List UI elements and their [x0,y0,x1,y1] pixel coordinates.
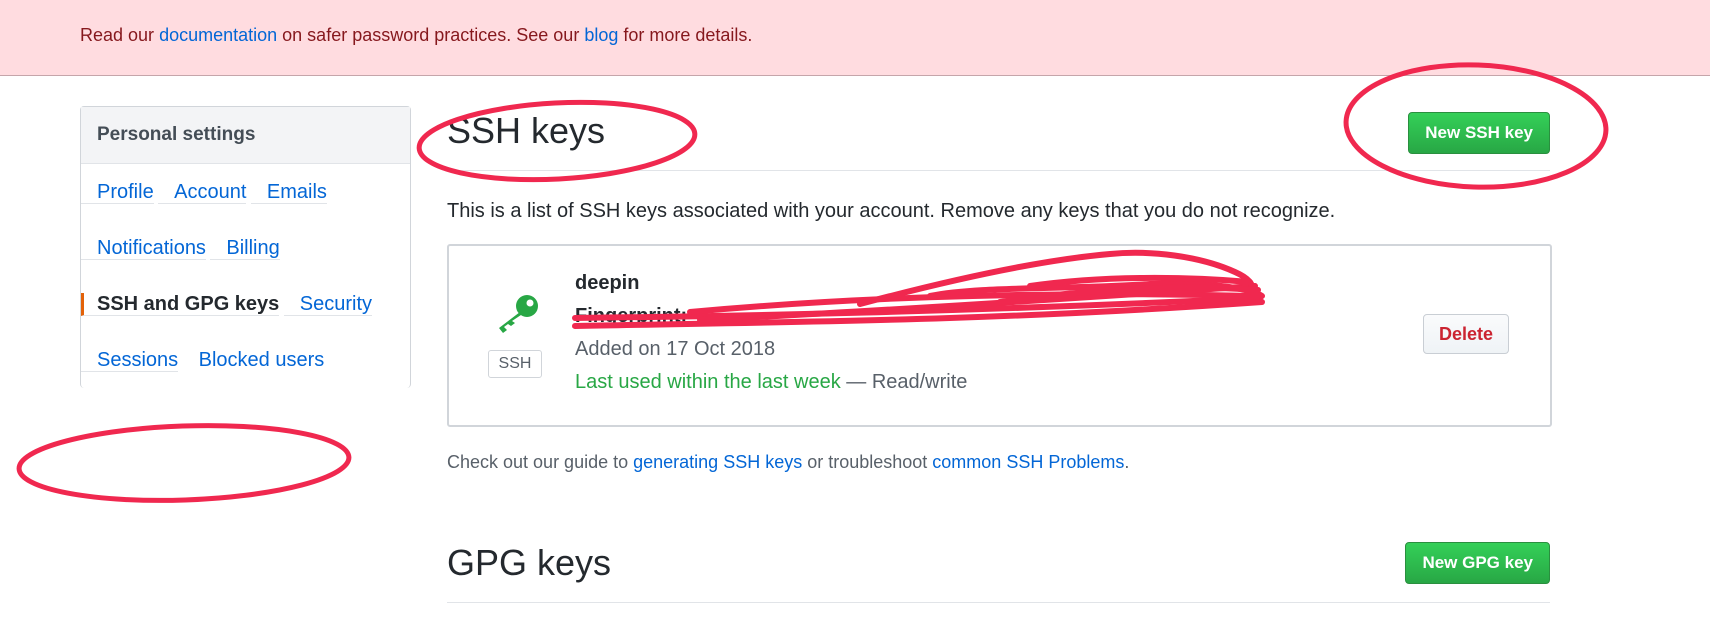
generating-ssh-keys-link[interactable]: generating SSH keys [633,452,802,472]
access-level: — Read/write [840,371,968,393]
ssh-keys-title: SSH keys [447,110,606,151]
ssh-guide-text: Check out our guide to generating SSH ke… [447,452,1129,473]
annotation-circle-sidebar [16,423,352,503]
sidebar-item-notifications[interactable]: Notifications [81,237,206,260]
fingerprint-label: Fingerprint: [575,305,688,327]
ssh-key-added-date: Added on 17 Oct 2018 [575,338,776,360]
last-used-text: Last used within the last week [575,371,841,393]
sidebar-item-account[interactable]: Account [158,181,247,204]
new-gpg-key-button[interactable]: New GPG key [1405,542,1550,584]
blog-link[interactable]: blog [584,25,618,45]
gpg-divider [447,602,1550,603]
flash-message: Read our documentation on safer password… [80,25,752,46]
flash-prefix: Read our [80,25,160,45]
ssh-key-name: deepin [575,272,640,294]
gpg-keys-title: GPG keys [447,542,612,583]
flash-banner: Read our documentation on safer password… [0,0,1710,76]
new-ssh-key-button[interactable]: New SSH key [1408,112,1550,154]
ssh-divider [447,170,1550,171]
common-ssh-problems-link[interactable]: common SSH Problems [932,452,1124,472]
sidebar-item-emails[interactable]: Emails [250,181,327,204]
ssh-key-item: SSH deepin Fingerprint: Added on 17 Oct … [447,244,1552,427]
guide-prefix: Check out our guide to [447,452,634,472]
key-icon [499,295,538,333]
settings-sidebar: Personal settings Profile Account Emails… [80,106,411,388]
flash-suffix: for more details. [618,25,753,45]
documentation-link[interactable]: documentation [159,25,277,45]
ssh-description: This is a list of SSH keys associated wi… [447,200,1336,222]
sidebar-item-profile[interactable]: Profile [81,181,154,204]
ssh-key-last-used: Last used within the last week — Read/wr… [575,371,967,394]
sidebar-item-security[interactable]: Security [283,293,372,316]
delete-key-button[interactable]: Delete [1423,314,1509,354]
guide-suffix: . [1124,452,1130,472]
flash-middle: on safer password practices. See our [277,25,585,45]
ssh-badge: SSH [488,350,542,378]
ssh-key-fingerprint: Fingerprint: [575,305,687,328]
sidebar-item-sessions[interactable]: Sessions [81,349,179,372]
sidebar-item-billing[interactable]: Billing [210,237,280,260]
sidebar-item-ssh-gpg-keys[interactable]: SSH and GPG keys [81,293,280,316]
sidebar-header: Personal settings [81,107,410,164]
guide-middle: or troubleshoot [802,452,933,472]
sidebar-item-blocked-users[interactable]: Blocked users [183,349,325,371]
